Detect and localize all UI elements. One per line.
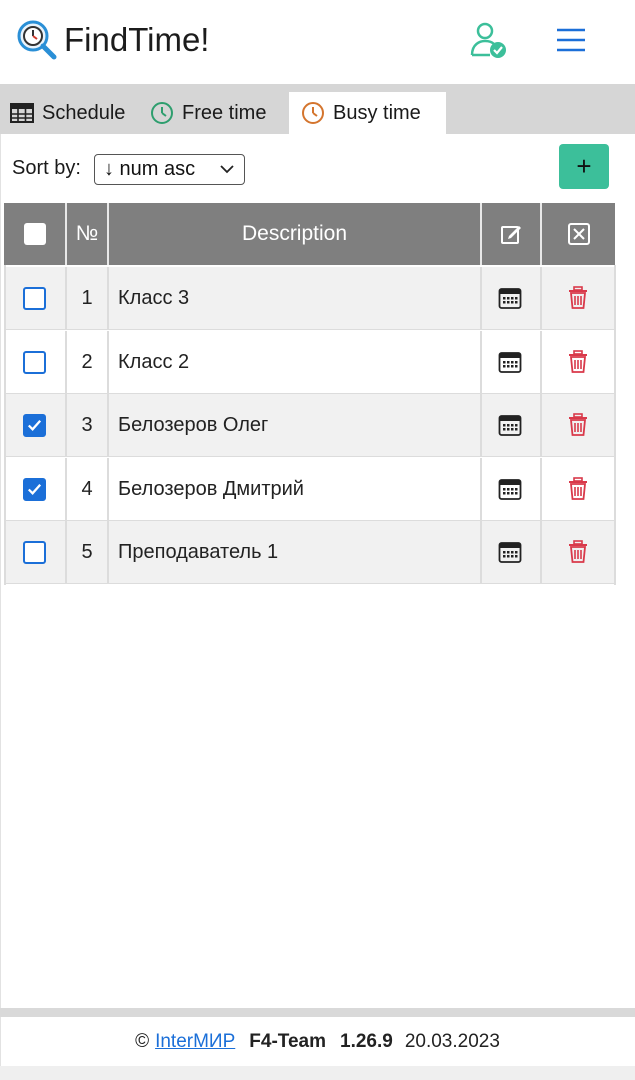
calendar-icon[interactable]: [498, 286, 522, 310]
column-divider: [107, 394, 109, 457]
trash-icon[interactable]: [567, 286, 589, 310]
column-divider: [480, 394, 482, 457]
row-number: 4: [81, 477, 93, 500]
header-select-all: [4, 203, 65, 265]
hamburger-icon[interactable]: [553, 22, 589, 58]
trash-icon[interactable]: [567, 476, 589, 501]
calendar-icon[interactable]: [498, 540, 522, 564]
clock-icon: [150, 101, 174, 125]
header-delete-selected: [542, 203, 615, 265]
app-title: FindTime!: [64, 21, 210, 58]
column-divider: [480, 521, 482, 584]
header-edit: [482, 203, 540, 265]
table-row: 2 Класс 2: [4, 330, 615, 394]
footer-divider: [0, 1008, 635, 1017]
calendar-icon[interactable]: [498, 350, 522, 374]
frame-edge: [0, 0, 1, 1080]
column-divider: [540, 267, 542, 330]
app-header: FindTime!: [0, 0, 635, 84]
row-description: Класс 3: [118, 287, 190, 309]
column-divider: [480, 457, 482, 521]
column-divider: [540, 330, 542, 394]
clock-icon: [301, 101, 325, 125]
calendar-icon[interactable]: [498, 477, 522, 501]
table-border: [614, 265, 616, 585]
row-number: 2: [81, 350, 93, 373]
header-description: Description: [241, 222, 348, 245]
trash-icon[interactable]: [567, 540, 589, 564]
table-header: № Description: [4, 203, 615, 265]
row-description: Белозеров Дмитрий: [118, 477, 304, 500]
trash-icon[interactable]: [567, 349, 589, 374]
team-name: F4-Team: [249, 1031, 326, 1052]
row-description: Класс 2: [118, 350, 190, 373]
edit-icon[interactable]: [499, 222, 523, 246]
checkmark-icon: [27, 483, 42, 495]
column-divider: [107, 521, 109, 584]
column-divider: [107, 330, 109, 394]
table-icon: [10, 101, 34, 125]
column-divider: [540, 521, 542, 584]
copyright-symbol: ©: [135, 1031, 150, 1052]
intermir-link[interactable]: InterМИР: [155, 1031, 235, 1053]
trash-icon[interactable]: [567, 413, 589, 437]
sort-select[interactable]: ↓ num asc: [94, 154, 245, 185]
chevron-down-icon: [220, 165, 234, 174]
row-number: 5: [81, 541, 93, 563]
row-description: Преподаватель 1: [118, 541, 279, 563]
select-all-checkbox[interactable]: [23, 223, 46, 245]
row-checkbox[interactable]: [23, 477, 46, 501]
sort-value: ↓ num asc: [104, 158, 196, 180]
column-divider: [107, 267, 109, 330]
footer: © InterМИР F4-Team 1.26.9 20.03.2023: [0, 1020, 635, 1064]
tab-bar: Schedule Free time Busy time: [0, 84, 635, 134]
app-version: 1.26.9: [340, 1031, 393, 1052]
table-row: 5 Преподаватель 1: [4, 521, 615, 584]
table-border: [4, 265, 6, 585]
clock-search-icon: [17, 20, 57, 60]
row-description: Белозеров Олег: [118, 414, 269, 436]
tab-schedule[interactable]: Schedule: [10, 92, 125, 134]
column-divider: [480, 330, 482, 394]
column-divider: [540, 394, 542, 457]
row-number: 3: [81, 414, 93, 436]
sort-label: Sort by:: [12, 157, 81, 179]
column-divider: [540, 457, 542, 521]
table-row: 3 Белозеров Олег: [4, 394, 615, 457]
footer-bottom-strip: [0, 1066, 635, 1080]
row-number: 1: [81, 287, 93, 309]
checkmark-icon: [27, 419, 42, 431]
calendar-icon[interactable]: [498, 413, 522, 437]
header-num: №: [75, 222, 99, 245]
tab-label: Free time: [182, 101, 267, 124]
column-divider: [107, 457, 109, 521]
row-checkbox[interactable]: [23, 287, 46, 310]
tab-label: Busy time: [333, 101, 421, 124]
release-date: 20.03.2023: [404, 1031, 500, 1052]
close-box-icon[interactable]: [567, 222, 591, 246]
table-row: 4 Белозеров Дмитрий: [4, 457, 615, 521]
user-check-icon[interactable]: [468, 20, 510, 62]
row-checkbox[interactable]: [23, 350, 46, 374]
row-checkbox[interactable]: [23, 414, 46, 437]
tab-busy-time[interactable]: Busy time: [289, 92, 446, 134]
table-row: 1 Класс 3: [4, 267, 615, 330]
tab-free-time[interactable]: Free time: [150, 92, 266, 134]
row-checkbox[interactable]: [23, 541, 46, 564]
tab-label: Schedule: [42, 101, 126, 124]
column-divider: [480, 267, 482, 330]
add-button[interactable]: +: [559, 144, 609, 189]
